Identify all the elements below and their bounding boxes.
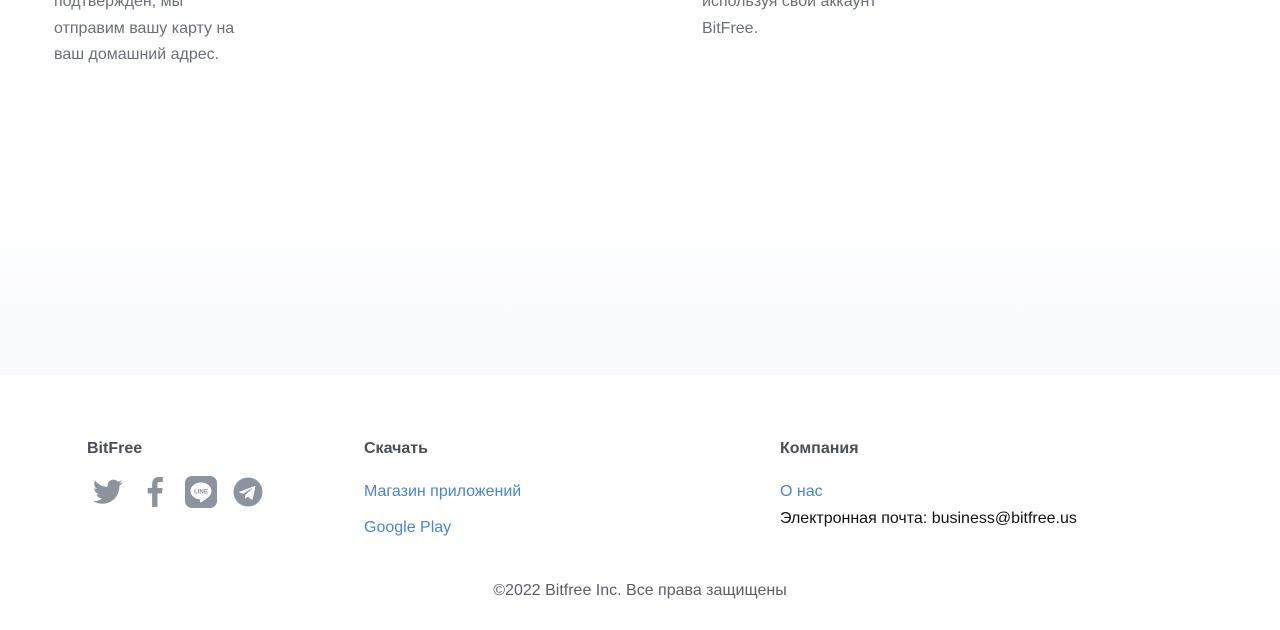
twitter-icon[interactable] xyxy=(92,476,124,508)
about-us-link[interactable]: О нас xyxy=(780,482,1077,502)
step-line: отправим вашу карту на xyxy=(54,19,235,37)
footer-brand-title: BitFree xyxy=(87,440,143,457)
step-line: используя свой аккаунт xyxy=(702,0,877,10)
social-links: LINE xyxy=(92,476,278,508)
page: подтвержден, мы отправим вашу карту на в… xyxy=(0,0,1280,630)
facebook-icon[interactable] xyxy=(139,476,171,508)
email-value: business@bitfree.us xyxy=(931,510,1077,527)
site-footer: BitFree LINE Скачать Магазин приложений … xyxy=(0,375,1280,630)
footer-download-title: Скачать xyxy=(364,440,428,457)
google-play-link[interactable]: Google Play xyxy=(364,518,521,538)
step-line: подтвержден, мы xyxy=(54,0,184,10)
svg-text:LINE: LINE xyxy=(194,489,208,496)
steps-section: подтвержден, мы отправим вашу карту на в… xyxy=(0,0,1280,375)
footer-company-title: Компания xyxy=(780,440,859,457)
step-description-left: подтвержден, мы отправим вашу карту на в… xyxy=(54,0,234,69)
telegram-icon[interactable] xyxy=(232,476,264,508)
step-line: BitFree. xyxy=(702,19,759,37)
footer-company-column: Компания О нас Электронная почта: busine… xyxy=(780,439,1077,529)
email-label: Электронная почта: xyxy=(780,510,928,527)
line-icon[interactable]: LINE xyxy=(185,476,217,508)
footer-brand-column: BitFree LINE xyxy=(87,439,278,508)
step-description-right: используя свой аккаунт BitFree. xyxy=(702,0,877,42)
app-store-link[interactable]: Магазин приложений xyxy=(364,482,521,502)
company-email: Электронная почта: business@bitfree.us xyxy=(780,509,1077,529)
step-line: ваш домашний адрес. xyxy=(54,46,220,63)
footer-download-column: Скачать Магазин приложений Google Play xyxy=(364,439,521,538)
copyright-text: ©2022 Bitfree Inc. Все права защищены xyxy=(493,582,787,599)
